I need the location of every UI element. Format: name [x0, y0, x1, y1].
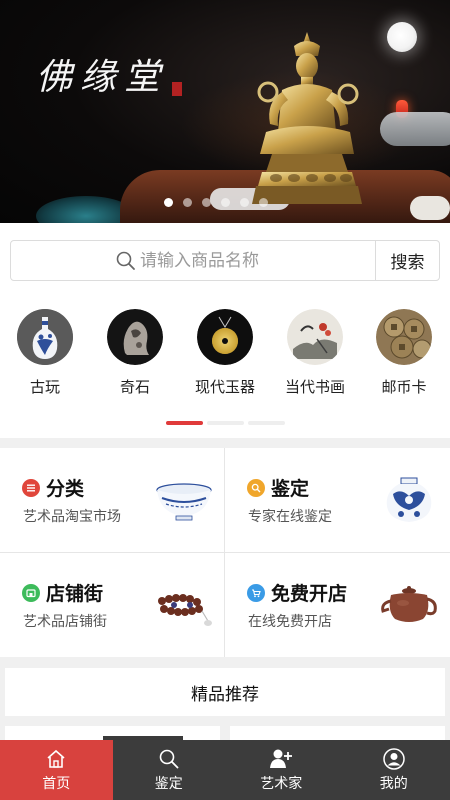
tab-label: 鉴定: [154, 775, 183, 792]
category-label: 奇石: [119, 378, 150, 396]
porcelain-bowl-icon: [156, 483, 212, 521]
stones-graphic: [410, 196, 450, 220]
feature-header: 店铺街: [22, 579, 103, 606]
pager-segment[interactable]: [166, 421, 203, 425]
featured-recommend-header: 精品推荐: [5, 668, 445, 716]
porcelain-jar-icon: [386, 477, 432, 522]
tab-home[interactable]: 首页: [0, 740, 113, 800]
magnifier-icon: [247, 478, 265, 497]
search-button[interactable]: 搜索: [375, 241, 439, 280]
feature-title: 分类: [46, 478, 85, 500]
category-carousel: 古玩 奇石 现代玉器 当代书画 邮币卡: [0, 309, 450, 404]
search-field-wrap[interactable]: [11, 241, 375, 280]
pagination-dot[interactable]: [183, 198, 192, 207]
category-label: 古玩: [29, 378, 60, 396]
tab-appraisal[interactable]: 鉴定: [113, 740, 226, 800]
feature-grid: 分类 艺术品淘宝市场 鉴定 专家在线鉴定 店铺街 艺术品店铺街 免费开店 在线免…: [0, 448, 450, 657]
category-stones[interactable]: 奇石: [95, 309, 175, 397]
rock-icon: [107, 309, 163, 365]
pagination-dot[interactable]: [259, 198, 268, 207]
banner-title: 佛缘堂: [36, 57, 169, 98]
category-modern-jade[interactable]: 现代玉器: [185, 309, 265, 397]
feature-category[interactable]: 分类 艺术品淘宝市场: [0, 448, 224, 552]
feature-title: 店铺街: [46, 583, 104, 605]
vase-icon: [17, 309, 73, 365]
search-section: 搜索 古玩: [0, 223, 450, 438]
cloud-graphic: [380, 112, 450, 146]
bottom-tab-bar: 首页 鉴定 艺术家 我的: [0, 740, 450, 800]
feature-header: 免费开店: [247, 579, 347, 606]
feature-appraisal[interactable]: 鉴定 专家在线鉴定: [225, 448, 449, 552]
feature-subtitle: 艺术品淘宝市场: [23, 509, 121, 525]
coins-icon: [376, 309, 432, 365]
search-bar: 搜索: [10, 240, 440, 281]
category-pager: [166, 421, 285, 425]
feature-title: 免费开店: [271, 583, 348, 605]
bead-bracelet-icon: [158, 594, 212, 626]
add-user-icon: [270, 749, 293, 768]
buddha-statue-image: [252, 32, 362, 204]
feature-subtitle: 在线免费开店: [248, 614, 332, 630]
pagination-dot[interactable]: [221, 198, 230, 207]
shop-icon: [22, 583, 40, 602]
feature-subtitle: 艺术品店铺街: [23, 614, 107, 630]
pager-segment[interactable]: [248, 421, 285, 425]
feature-subtitle: 专家在线鉴定: [248, 509, 332, 525]
list-icon: [22, 478, 40, 497]
feature-header: 鉴定: [247, 474, 309, 501]
tab-label: 首页: [42, 775, 71, 792]
pagination-dot[interactable]: [164, 198, 173, 207]
search-icon: [159, 749, 179, 768]
tab-profile[interactable]: 我的: [338, 740, 450, 800]
tab-label: 我的: [379, 775, 408, 792]
pagination-dot[interactable]: [202, 198, 211, 207]
category-label: 当代书画: [284, 378, 345, 396]
feature-header: 分类: [22, 474, 84, 501]
feature-free-store[interactable]: 免费开店 在线免费开店: [225, 553, 449, 657]
feature-shop-street[interactable]: 店铺街 艺术品店铺街: [0, 553, 224, 657]
home-icon: [47, 749, 65, 768]
search-icon: [116, 251, 135, 270]
cart-icon: [247, 583, 265, 602]
category-stamps-coins[interactable]: 邮币卡: [364, 309, 444, 397]
moon-graphic: [387, 22, 417, 52]
category-antiques[interactable]: 古玩: [5, 309, 85, 397]
banner-carousel[interactable]: 佛缘堂: [0, 0, 450, 223]
pagination-dot[interactable]: [240, 198, 249, 207]
teapot-icon: [381, 586, 437, 622]
painting-icon: [287, 309, 343, 365]
category-label: 现代玉器: [194, 378, 255, 396]
search-input[interactable]: [140, 250, 270, 271]
feature-title: 鉴定: [271, 478, 310, 500]
tab-artist[interactable]: 艺术家: [225, 740, 338, 800]
jade-pendant-icon: [197, 309, 253, 365]
pager-segment[interactable]: [207, 421, 244, 425]
profile-icon: [383, 747, 405, 770]
category-label: 邮币卡: [381, 378, 427, 396]
app-page: 佛缘堂 请输入商品名称 搜索 古玩 奇石 现代玉器 当代书画 邮币卡 分类 艺术…: [0, 0, 450, 800]
seal-mark: [172, 82, 182, 96]
category-contemporary-painting[interactable]: 当代书画: [275, 309, 355, 397]
tab-label: 艺术家: [260, 775, 303, 792]
banner-pagination: [164, 198, 268, 207]
